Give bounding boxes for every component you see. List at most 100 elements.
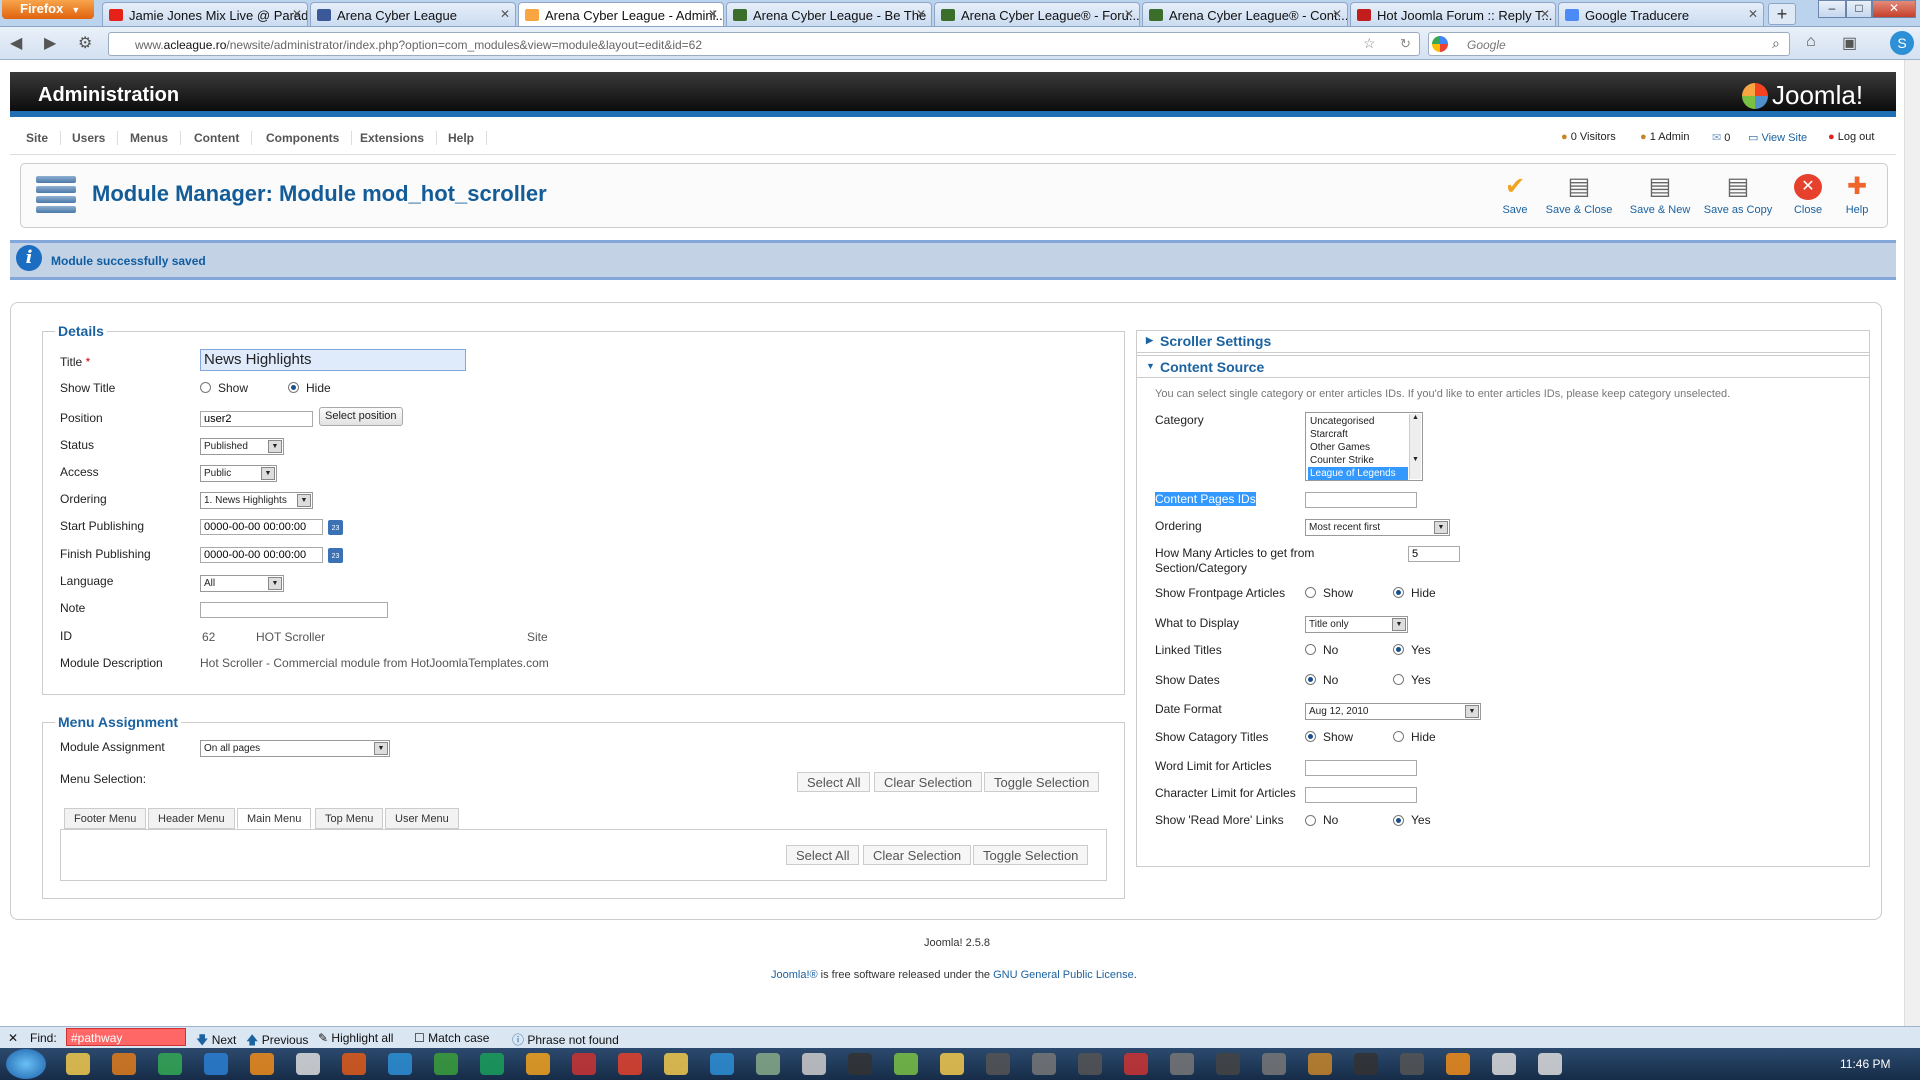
browser-tab[interactable]: Arena Cyber League - Admini... ✕	[518, 2, 724, 26]
new-tab-button[interactable]: +	[1768, 3, 1796, 25]
select-all-button[interactable]: Select All	[797, 772, 871, 792]
readmore-yes-radio[interactable]	[1393, 815, 1404, 826]
dates-yes-radio[interactable]	[1393, 674, 1404, 685]
taskbar-app-icon[interactable]	[756, 1053, 780, 1075]
browser-tab[interactable]: Jamie Jones Mix Live @ Parad... ✕	[102, 2, 308, 26]
taskbar-app-icon[interactable]	[710, 1053, 734, 1075]
dates-no-radio[interactable]	[1305, 674, 1316, 685]
status-select[interactable]: Published ▼	[200, 438, 284, 455]
browser-tab[interactable]: Arena Cyber League - Be The ... ✕	[726, 2, 932, 26]
taskbar-app-icon[interactable]	[526, 1053, 550, 1075]
show-title-hide-radio[interactable]	[288, 382, 299, 393]
cat-titles-hide-radio[interactable]	[1393, 731, 1404, 742]
taskbar-app-icon[interactable]	[664, 1053, 688, 1075]
toggle-selection-button[interactable]: Toggle Selection	[984, 772, 1100, 792]
ordering-select[interactable]: 1. News Highlights ▼	[200, 492, 313, 509]
start-button[interactable]	[6, 1049, 46, 1079]
tab-header-menu[interactable]: Header Menu	[148, 808, 235, 829]
taskbar-app-icon[interactable]	[572, 1053, 596, 1075]
category-listbox[interactable]: Uncategorised Starcraft Other Games Counter…	[1305, 412, 1423, 481]
save-new-button[interactable]: ▤ Save & New	[1625, 174, 1695, 217]
taskbar-app-icon[interactable]	[1262, 1053, 1286, 1075]
save-button[interactable]: ✔ Save	[1480, 174, 1550, 217]
date-format-select[interactable]: Aug 12, 2010 ▼	[1305, 703, 1481, 720]
browser-tab[interactable]: Arena Cyber League® - Cont... ✕	[1142, 2, 1348, 26]
back-icon[interactable]: ◀	[10, 33, 22, 53]
taskbar-app-icon[interactable]	[1538, 1053, 1562, 1075]
highlight-all-button[interactable]: ✎ Highlight all	[318, 1031, 393, 1045]
how-many-input[interactable]: 5	[1408, 546, 1460, 562]
taskbar-app-icon[interactable]	[986, 1053, 1010, 1075]
taskbar-app-icon[interactable]	[848, 1053, 872, 1075]
calendar-icon[interactable]: 23	[328, 548, 343, 563]
tab-close-icon[interactable]: ✕	[1124, 7, 1134, 21]
panel-toggle-selection-button[interactable]: Toggle Selection	[973, 845, 1089, 865]
taskbar-app-icon[interactable]	[1124, 1053, 1148, 1075]
admin-menu-components[interactable]: Components	[254, 131, 353, 145]
taskbar-app-icon[interactable]	[1170, 1053, 1194, 1075]
scroller-settings-header[interactable]: ▶ Scroller Settings	[1136, 330, 1870, 353]
category-option[interactable]: Counter Strike	[1308, 454, 1408, 467]
admin-menu-help[interactable]: Help	[436, 131, 488, 145]
tab-user-menu[interactable]: User Menu	[385, 808, 459, 829]
save-close-button[interactable]: ▤ Save & Close	[1544, 174, 1614, 217]
site-identity-icon[interactable]: ⚙	[78, 33, 92, 53]
view-site-link[interactable]: ▭ View Site	[1748, 131, 1807, 144]
tab-close-icon[interactable]: ✕	[1332, 7, 1342, 21]
messages-status[interactable]: ✉ 0	[1712, 131, 1730, 144]
find-input[interactable]: #pathway	[66, 1028, 186, 1046]
taskbar-app-icon[interactable]	[480, 1053, 504, 1075]
admin-menu-menus[interactable]: Menus	[118, 131, 182, 145]
taskbar-app-icon[interactable]	[1032, 1053, 1056, 1075]
category-option[interactable]: League of Legends	[1308, 467, 1408, 480]
help-button[interactable]: ✚ Help	[1822, 174, 1892, 217]
what-to-display-select[interactable]: Title only ▼	[1305, 616, 1408, 633]
taskbar-app-icon[interactable]	[1492, 1053, 1516, 1075]
taskbar-app-icon[interactable]	[618, 1053, 642, 1075]
category-option[interactable]: Uncategorised	[1308, 415, 1408, 428]
tab-top-menu[interactable]: Top Menu	[315, 808, 384, 829]
readmore-no-radio[interactable]	[1305, 815, 1316, 826]
bookmarks-icon[interactable]: ▣	[1842, 33, 1857, 53]
tab-close-icon[interactable]: ✕	[916, 7, 926, 21]
taskbar-app-icon[interactable]	[1354, 1053, 1378, 1075]
tab-close-icon[interactable]: ✕	[500, 7, 510, 21]
taskbar-app-icon[interactable]	[434, 1053, 458, 1075]
admin-menu-extensions[interactable]: Extensions	[348, 131, 438, 145]
cs-ordering-select[interactable]: Most recent first ▼	[1305, 519, 1450, 536]
panel-clear-selection-button[interactable]: Clear Selection	[863, 845, 972, 865]
taskbar-app-icon[interactable]	[296, 1053, 320, 1075]
note-input[interactable]	[200, 602, 388, 618]
google-icon[interactable]	[1432, 36, 1448, 52]
save-copy-button[interactable]: ▤ Save as Copy	[1703, 174, 1773, 217]
select-position-button[interactable]: Select position	[319, 407, 403, 426]
url-bar[interactable]: www.acleague.ro/newsite/administrator/in…	[108, 32, 1420, 56]
forward-icon[interactable]: ▶	[44, 33, 56, 53]
taskbar-app-icon[interactable]	[1078, 1053, 1102, 1075]
joomla-link[interactable]: Joomla!®	[771, 969, 818, 981]
tab-close-icon[interactable]: ✕	[1748, 7, 1758, 21]
linked-yes-radio[interactable]	[1393, 644, 1404, 655]
taskbar-app-icon[interactable]	[66, 1053, 90, 1075]
show-title-show-radio[interactable]	[200, 382, 211, 393]
char-limit-input[interactable]	[1305, 787, 1417, 803]
taskbar-app-icon[interactable]	[158, 1053, 182, 1075]
admin-menu-site[interactable]: Site	[14, 131, 62, 145]
title-input[interactable]: News Highlights	[200, 349, 466, 371]
firefox-menu-button[interactable]: Firefox ▼	[2, 0, 94, 19]
tab-close-icon[interactable]: ✕	[292, 7, 302, 21]
content-source-header[interactable]: ▼ Content Source	[1136, 355, 1870, 378]
minimize-button[interactable]: –	[1818, 0, 1846, 18]
browser-tab[interactable]: Hot Joomla Forum :: Reply T... ✕	[1350, 2, 1556, 26]
module-assignment-select[interactable]: On all pages ▼	[200, 740, 390, 757]
frontpage-hide-radio[interactable]	[1393, 587, 1404, 598]
reload-icon[interactable]: ↻	[1400, 36, 1411, 52]
browser-tab[interactable]: Arena Cyber League® - Foru... ✕	[934, 2, 1140, 26]
finish-publishing-input[interactable]: 0000-00-00 00:00:00	[200, 547, 323, 563]
category-option[interactable]: Starcraft	[1308, 428, 1408, 441]
search-icon[interactable]: ⌕	[1772, 35, 1780, 52]
taskbar-app-icon[interactable]	[1400, 1053, 1424, 1075]
admin-menu-users[interactable]: Users	[60, 131, 119, 145]
close-find-icon[interactable]: ✕	[8, 1031, 18, 1045]
position-input[interactable]: user2	[200, 411, 313, 427]
